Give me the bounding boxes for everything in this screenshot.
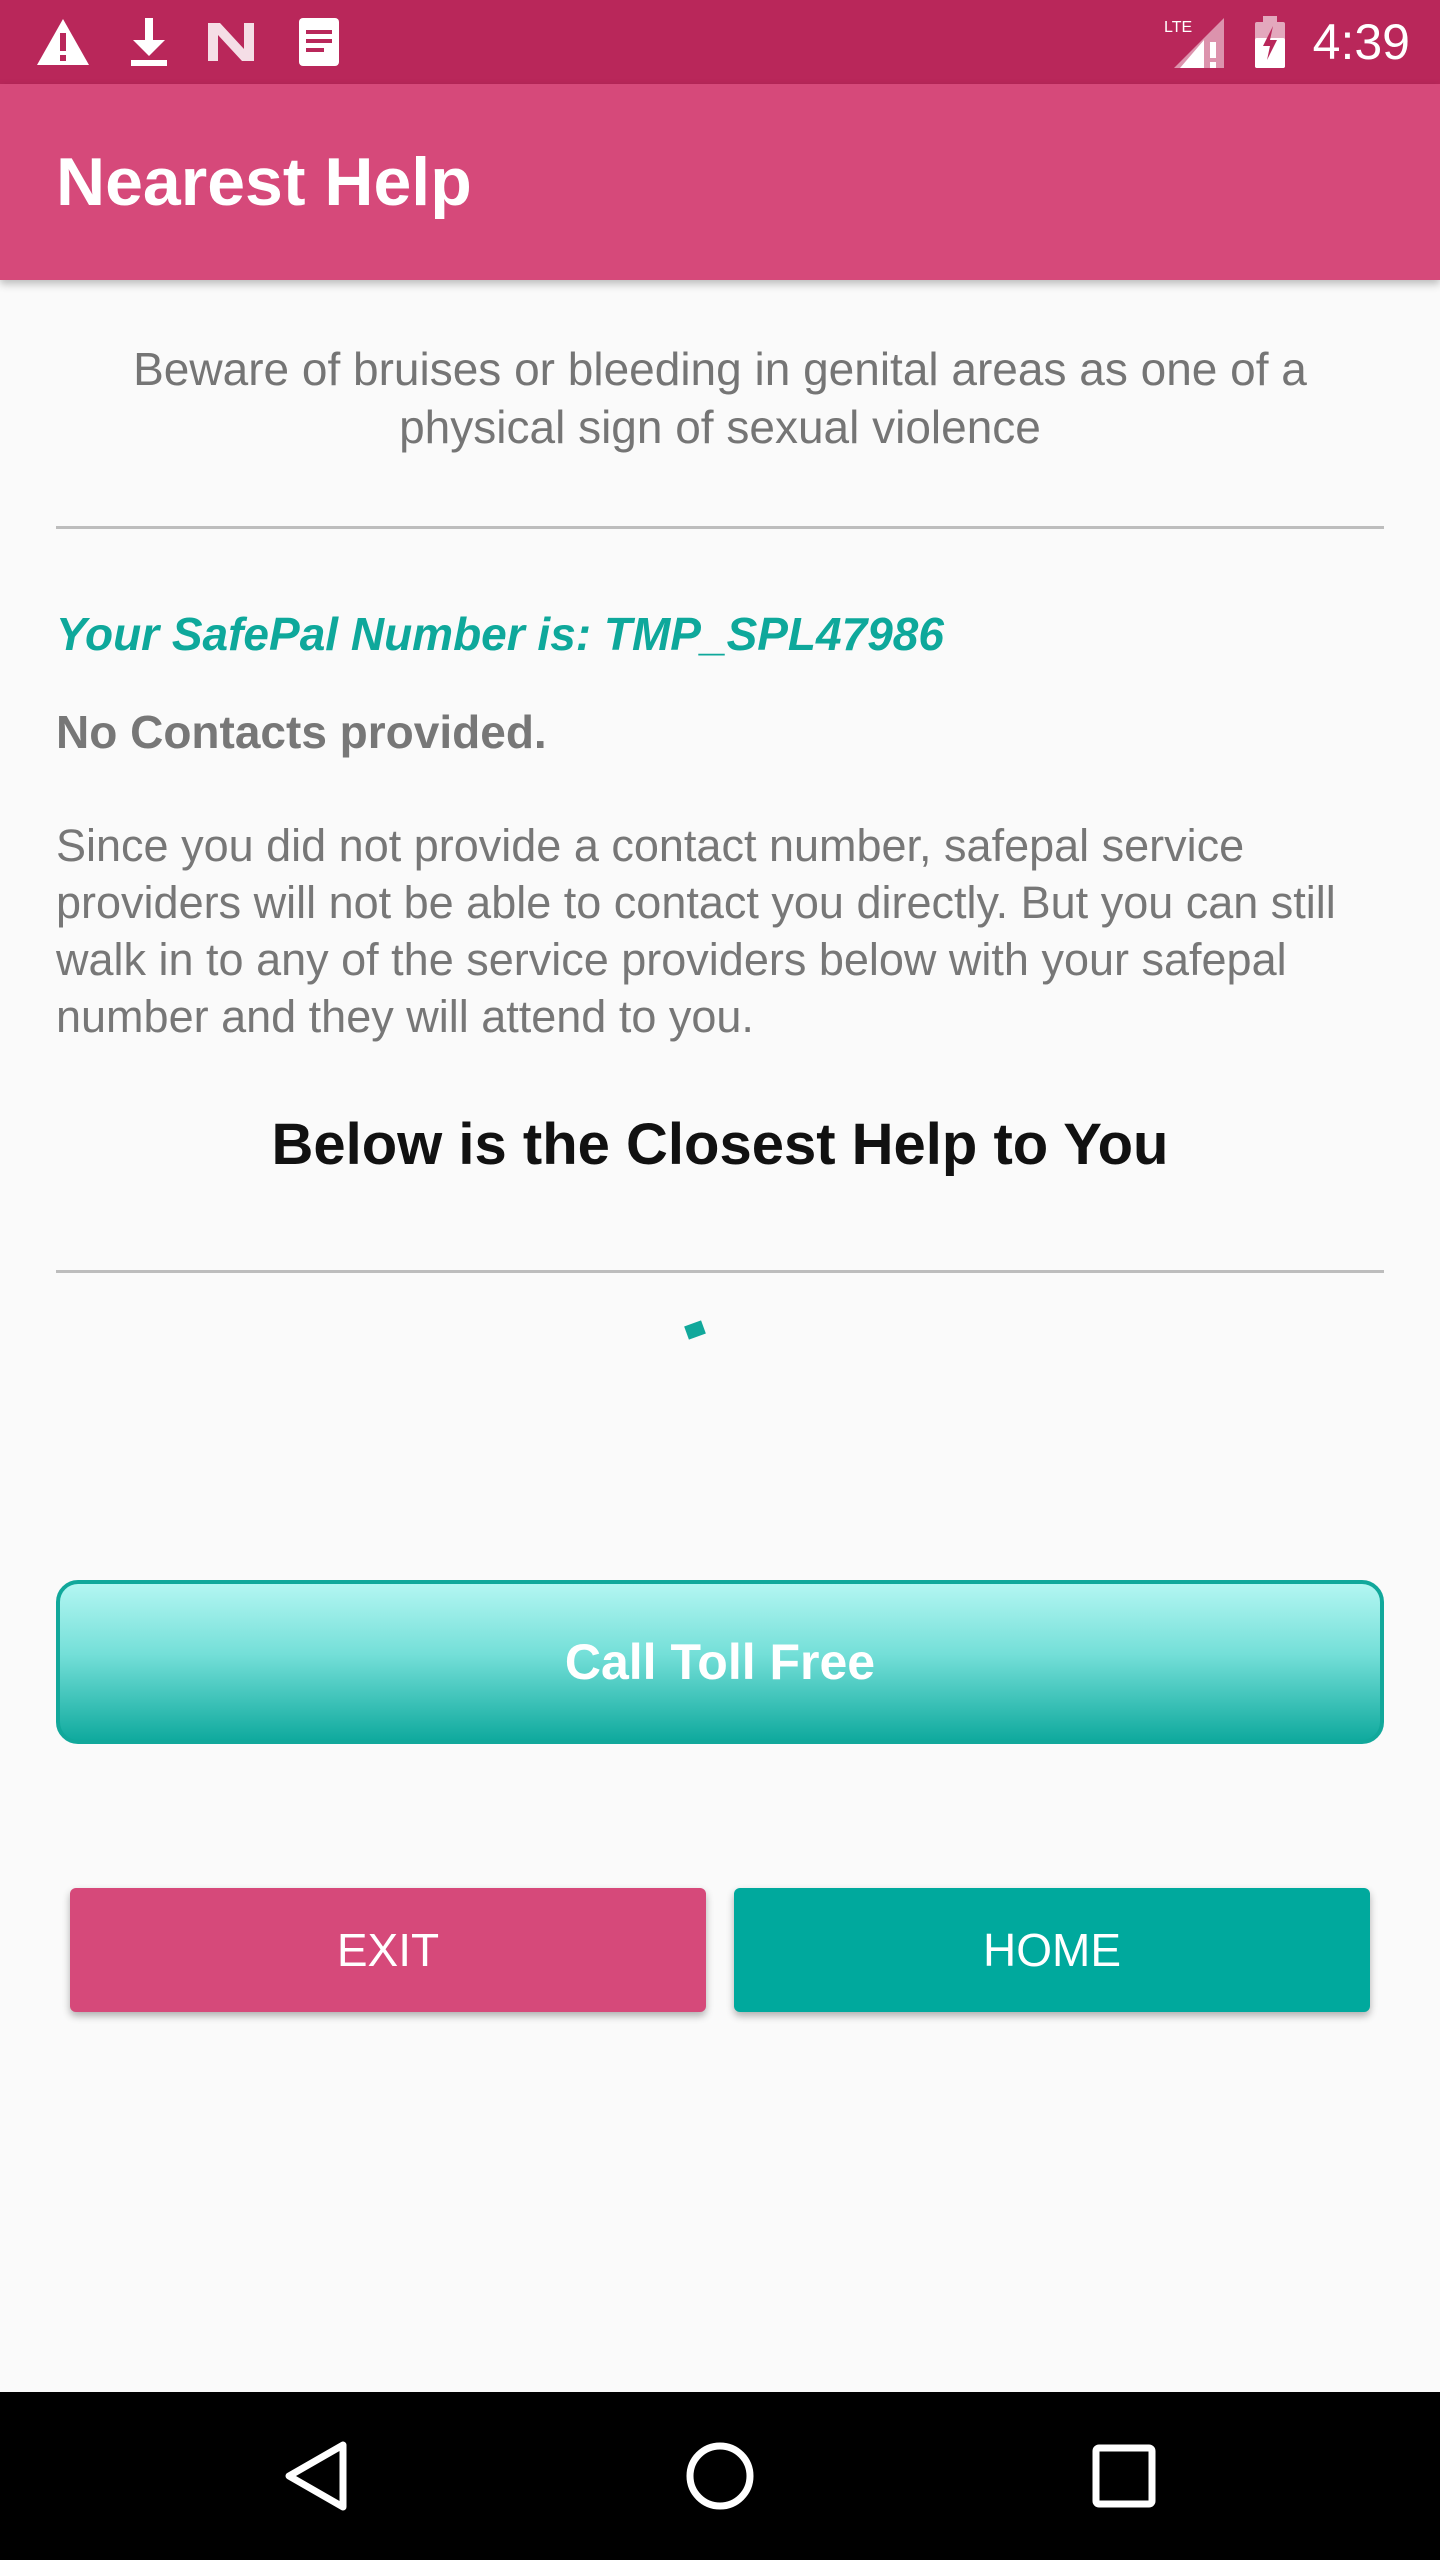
main-content: Beware of bruises or bleeding in genital… bbox=[56, 280, 1384, 1573]
call-toll-free-button[interactable]: Call Toll Free bbox=[56, 1580, 1384, 1744]
divider bbox=[56, 526, 1384, 529]
lte-label: LTE bbox=[1164, 19, 1192, 36]
loading-spinner-icon bbox=[684, 1320, 706, 1340]
status-clock: 4:39 bbox=[1312, 14, 1410, 70]
no-contacts-label: No Contacts provided. bbox=[56, 706, 547, 758]
warning-icon bbox=[34, 14, 92, 70]
recents-icon[interactable] bbox=[1074, 2426, 1174, 2526]
home-button[interactable]: HOME bbox=[734, 1888, 1370, 2012]
exit-button[interactable]: EXIT bbox=[70, 1888, 706, 2012]
back-icon[interactable] bbox=[266, 2426, 366, 2526]
app-bar: Nearest Help bbox=[0, 84, 1440, 280]
signal-icon: LTE bbox=[1160, 14, 1230, 70]
document-icon bbox=[294, 14, 344, 70]
page-title: Nearest Help bbox=[56, 144, 472, 220]
system-nav-bar bbox=[0, 2392, 1440, 2560]
contact-explanation: Since you did not provide a contact numb… bbox=[56, 820, 1336, 1042]
notification-n-icon bbox=[202, 14, 260, 70]
action-buttons: EXIT HOME bbox=[70, 1888, 1370, 2012]
safepal-number-label: Your SafePal Number is: TMP_SPL47986 bbox=[56, 608, 944, 660]
closest-help-heading: Below is the Closest Help to You bbox=[271, 1112, 1169, 1177]
home-circle-icon[interactable] bbox=[670, 2426, 770, 2526]
loading-area bbox=[56, 1273, 1384, 1573]
battery-icon bbox=[1250, 14, 1290, 70]
download-icon bbox=[124, 14, 174, 70]
safety-tip: Beware of bruises or bleeding in genital… bbox=[133, 343, 1307, 453]
status-bar: LTE 4:39 bbox=[0, 0, 1440, 84]
